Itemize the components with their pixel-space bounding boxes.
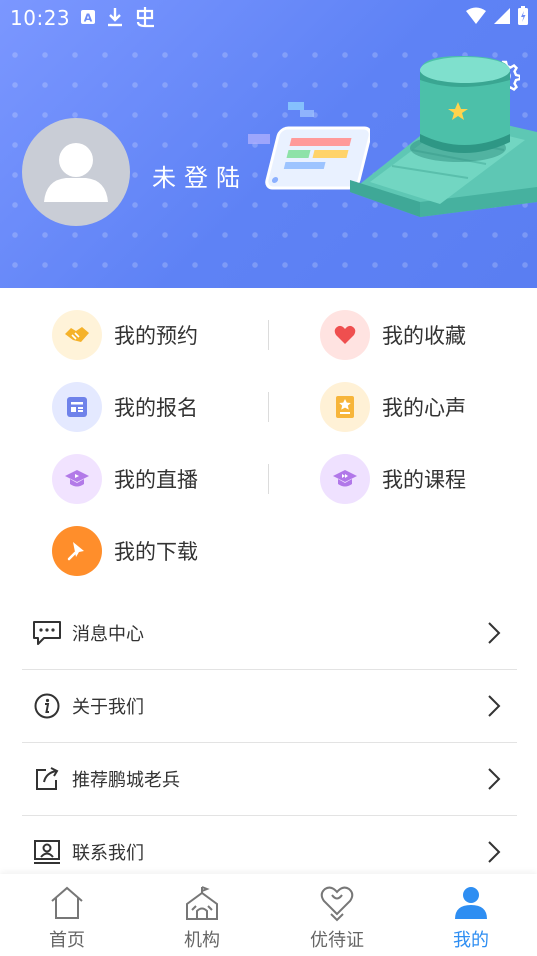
wifi-icon (466, 7, 486, 24)
chevron-right-icon (488, 695, 501, 717)
menu-my-registrations[interactable]: 我的报名 (52, 382, 198, 432)
avatar[interactable] (22, 118, 130, 226)
menu-my-courses[interactable]: 我的课程 (320, 454, 466, 504)
bottom-tab-bar: 首页 机构 优待证 我的 (0, 874, 537, 956)
list-item-recommend[interactable]: 推荐鹏城老兵 (22, 743, 517, 816)
menu-label: 我的预约 (114, 324, 198, 348)
menu-divider (268, 392, 269, 422)
home-icon (51, 886, 83, 919)
tab-institutions[interactable]: 机构 (147, 874, 257, 956)
menu-icon-bg (320, 382, 370, 432)
keyboard-a-icon: A (81, 10, 95, 25)
menu-label: 我的收藏 (382, 324, 466, 348)
profile-banner: 10:23 A 未登陆 (0, 0, 537, 288)
list-item-about-us[interactable]: 关于我们 (22, 670, 517, 743)
menu-icon-bg (320, 454, 370, 504)
chevron-right-icon (488, 768, 501, 790)
menu-icon-bg (52, 310, 102, 360)
menu-label: 我的直播 (114, 468, 198, 492)
tab-label: 机构 (184, 930, 220, 951)
share-icon (32, 764, 62, 794)
menu-label: 我的心声 (382, 396, 466, 420)
list-item-message-center[interactable]: 消息中心 (22, 597, 517, 670)
menu-my-live[interactable]: 我的直播 (52, 454, 198, 504)
menu-label: 我的课程 (382, 468, 466, 492)
menu-label: 我的报名 (114, 396, 198, 420)
menu-my-downloads[interactable]: 我的下载 (52, 526, 198, 576)
login-status-text[interactable]: 未登陆 (152, 158, 248, 193)
person-icon (455, 887, 487, 919)
status-system-icons (465, 6, 529, 26)
military-cap-illustration (350, 56, 537, 217)
heart-badge-icon (320, 886, 354, 922)
list-item-label: 推荐鹏城老兵 (72, 770, 180, 791)
status-bar: 10:23 A (0, 0, 537, 36)
tab-mine[interactable]: 我的 (416, 874, 526, 956)
download-status-icon (108, 8, 122, 27)
info-icon (32, 691, 62, 721)
heart-icon (334, 325, 356, 344)
tab-label: 我的 (453, 930, 489, 951)
menu-my-voice[interactable]: 我的心声 (320, 382, 466, 432)
battery-icon (518, 6, 528, 25)
list-item-label: 消息中心 (72, 624, 144, 645)
app-notification-icon (136, 7, 154, 28)
note-star-icon (336, 396, 354, 418)
tab-home[interactable]: 首页 (12, 874, 122, 956)
download-pin-icon (67, 542, 84, 561)
form-icon (67, 397, 87, 417)
menu-my-appointments[interactable]: 我的预约 (52, 310, 198, 360)
menu-divider (268, 464, 269, 494)
list-item-label: 关于我们 (72, 697, 144, 718)
list-item-label: 联系我们 (72, 843, 144, 864)
status-time: 10:23 (10, 6, 71, 30)
menu-divider (268, 320, 269, 350)
tab-label: 首页 (49, 930, 85, 951)
signal-icon (494, 8, 510, 24)
chat-icon (32, 618, 62, 648)
chevron-right-icon (488, 841, 501, 863)
menu-my-favorites[interactable]: 我的收藏 (320, 310, 466, 360)
menu-icon-bg (52, 454, 102, 504)
handshake-icon (65, 327, 89, 342)
menu-icon-bg (52, 526, 102, 576)
svg-text:A: A (84, 12, 93, 25)
tab-label: 优待证 (310, 930, 364, 951)
menu-icon-bg (320, 310, 370, 360)
building-icon (186, 886, 218, 920)
menu-icon-bg (52, 382, 102, 432)
default-user-icon (44, 143, 108, 202)
chevron-right-icon (488, 622, 501, 644)
menu-label: 我的下载 (114, 540, 198, 564)
status-notification-icons: A (80, 6, 158, 28)
tab-preferential-card[interactable]: 优待证 (282, 874, 392, 956)
play-cap-icon (333, 470, 357, 487)
graduation-cap-icon (65, 470, 89, 487)
contact-card-icon (32, 837, 62, 867)
